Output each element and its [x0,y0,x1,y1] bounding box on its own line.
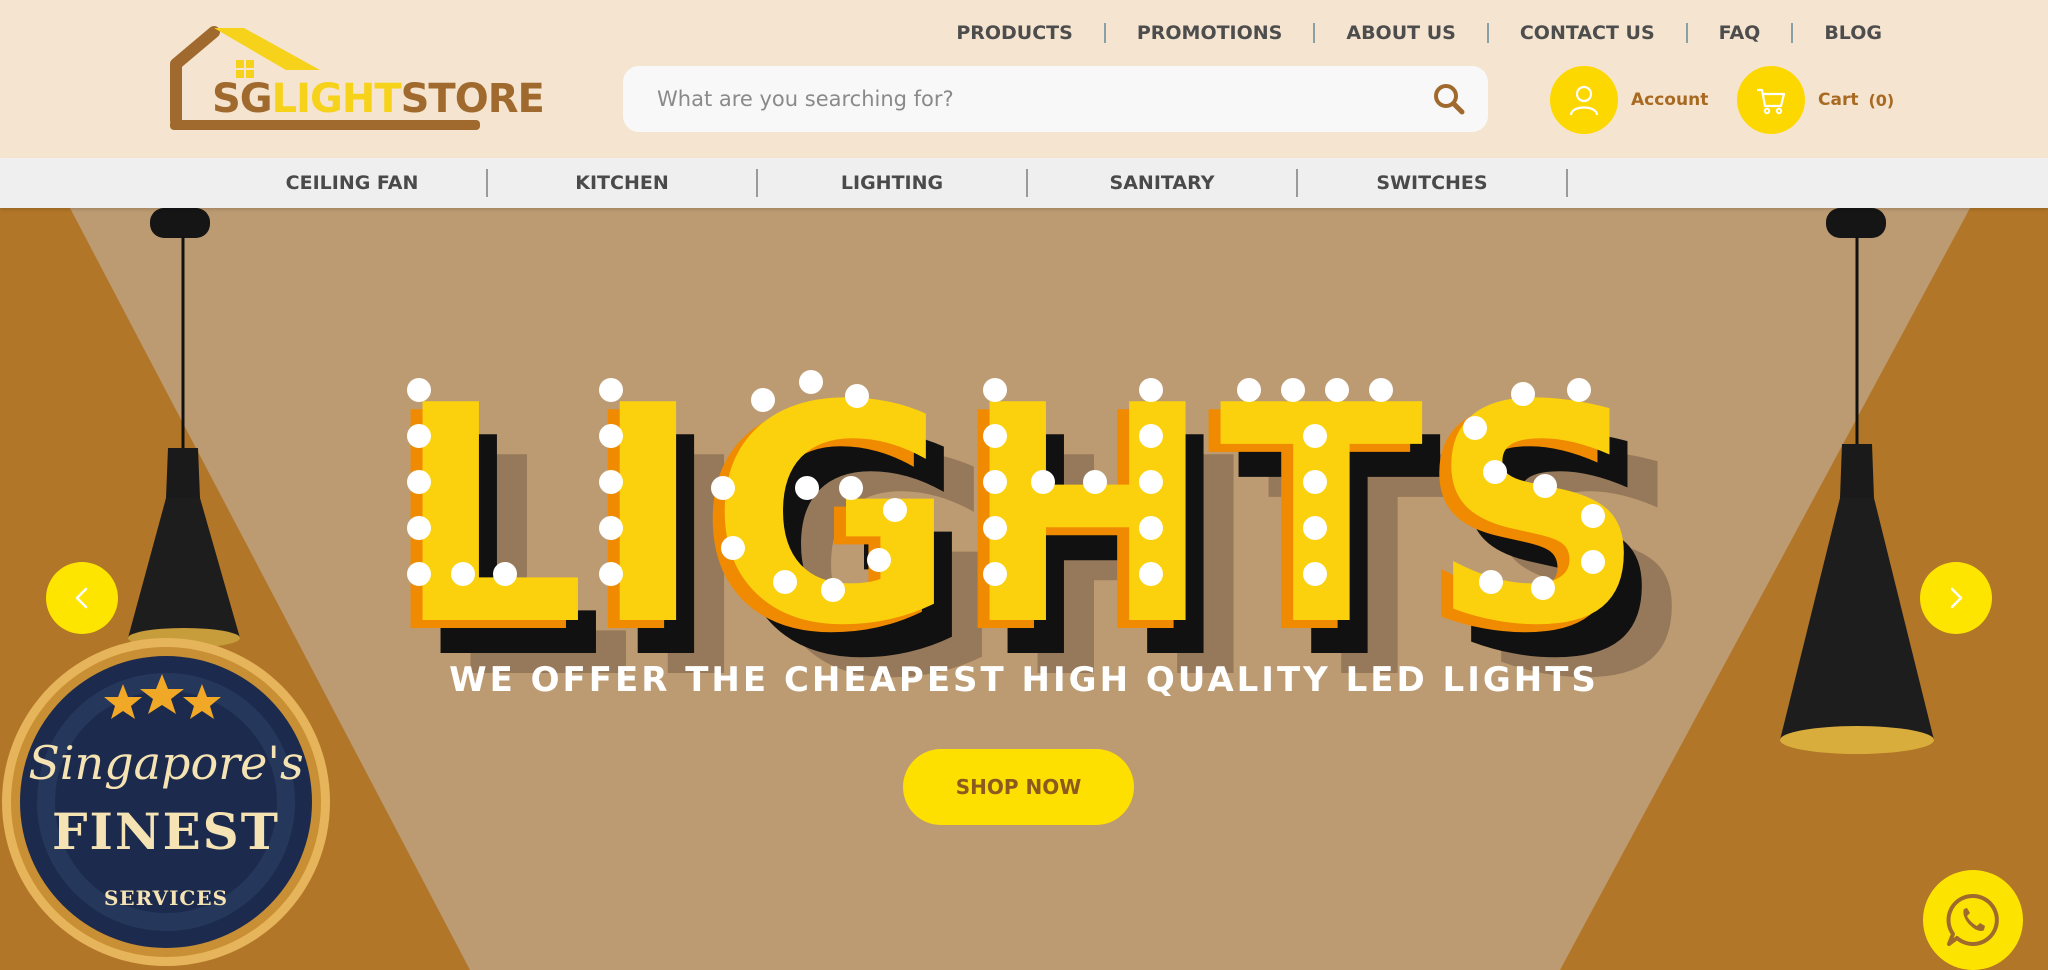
marquee-bulb [721,536,745,560]
marquee-bulb [1533,474,1557,498]
search-bar [623,66,1488,132]
hero-banner: LIGHTS LIGHTS LIGHTS LIGHTS WE OFFER THE… [0,208,2048,970]
marquee-bulb [1531,576,1555,600]
account-label[interactable]: Account [1631,90,1708,110]
nav-blog[interactable]: BLOG [1793,22,1882,44]
marquee-bulb [599,516,623,540]
marquee-bulb [1139,424,1163,448]
marquee-bulb [711,476,735,500]
marquee-bulb [845,384,869,408]
site-logo[interactable]: SGLIGHTSTORE [170,24,545,136]
marquee-bulb [839,476,863,500]
account-link[interactable]: Account [1550,66,1708,134]
marquee-bulb [451,562,475,586]
category-sanitary[interactable]: SANITARY [1027,158,1297,208]
carousel-next-button[interactable] [1920,562,1992,634]
category-divider [1566,169,1568,197]
headline-text: LIGHTS [395,342,1652,691]
singapores-finest-badge[interactable]: Singapore's FINEST SERVICES [0,636,332,968]
category-switches[interactable]: SWITCHES [1297,158,1567,208]
marquee-bulb [1139,470,1163,494]
marquee-bulb [599,378,623,402]
marquee-bulb [407,424,431,448]
marquee-bulb [799,370,823,394]
marquee-bulb [407,562,431,586]
marquee-bulb [1483,460,1507,484]
marquee-bulb [773,570,797,594]
marquee-bulb [407,516,431,540]
marquee-bulb [1581,504,1605,528]
marquee-bulb [1083,470,1107,494]
badge-line-2: FINEST [51,802,280,861]
marquee-bulb [1139,516,1163,540]
marquee-bulb [983,470,1007,494]
nav-faq[interactable]: FAQ [1688,22,1792,44]
marquee-bulb [1479,570,1503,594]
marquee-bulb [1303,516,1327,540]
nav-about-us[interactable]: ABOUT US [1315,22,1486,44]
marquee-bulb [1325,378,1349,402]
nav-promotions[interactable]: PROMOTIONS [1106,22,1314,44]
marquee-bulb [1463,416,1487,440]
cart-label[interactable]: Cart [1818,90,1858,110]
site-header: SGLIGHTSTORE PRODUCTS PROMOTIONS ABOUT U… [0,0,2048,158]
nav-products[interactable]: PRODUCTS [925,22,1104,44]
marquee-bulb [795,476,819,500]
marquee-bulb [821,578,845,602]
shop-now-button[interactable]: SHOP NOW [903,749,1134,825]
marquee-bulb [1567,378,1591,402]
marquee-bulb [1511,382,1535,406]
marquee-bulb [867,548,891,572]
whatsapp-button[interactable] [1923,870,2023,970]
marquee-bulb [1303,562,1327,586]
marquee-bulb [407,378,431,402]
search-input[interactable] [657,66,1397,132]
top-nav: PRODUCTS PROMOTIONS ABOUT US CONTACT US … [925,18,1882,48]
badge-line-1: Singapore's [28,736,304,790]
chevron-left-icon [75,587,88,609]
marquee-bulb [493,562,517,586]
marquee-bulb [1369,378,1393,402]
marquee-bulb [1139,378,1163,402]
chevron-right-icon [1950,587,1963,609]
category-ceiling-fan[interactable]: CEILING FAN [217,158,487,208]
category-bar: CEILING FAN KITCHEN LIGHTING SANITARY SW… [0,158,2048,208]
carousel-prev-button[interactable] [46,562,118,634]
logo-light: LIGHT [271,76,402,122]
marquee-bulb [883,498,907,522]
marquee-bulb [1303,424,1327,448]
marquee-bulb [1303,470,1327,494]
marquee-bulb [1281,378,1305,402]
category-lighting[interactable]: LIGHTING [757,158,1027,208]
marquee-bulb [983,378,1007,402]
logo-wordmark: SGLIGHTSTORE [212,76,545,122]
marquee-bulb [983,424,1007,448]
nav-contact-us[interactable]: CONTACT US [1489,22,1686,44]
marquee-bulb [751,388,775,412]
badge-line-3: SERVICES [103,886,229,910]
user-icon[interactable] [1550,66,1618,134]
marquee-bulb [1139,562,1163,586]
marquee-bulb [599,470,623,494]
logo-store: STORE [400,76,545,122]
marquee-bulb [599,562,623,586]
marquee-bulb [983,562,1007,586]
marquee-bulb [599,424,623,448]
lights-marquee-headline: LIGHTS LIGHTS LIGHTS LIGHTS [383,342,1694,698]
marquee-bulb [1581,550,1605,574]
category-kitchen[interactable]: KITCHEN [487,158,757,208]
marquee-bulb [983,516,1007,540]
logo-sg: SG [212,76,273,122]
search-icon[interactable] [1432,82,1466,116]
marquee-bulb [1237,378,1261,402]
cart-link[interactable]: Cart (0) [1737,66,1894,134]
marquee-bulb [1031,470,1055,494]
whatsapp-icon [1946,893,1999,946]
cart-icon[interactable] [1737,66,1805,134]
marquee-bulb [407,470,431,494]
cart-count-badge: (0) [1868,90,1895,110]
